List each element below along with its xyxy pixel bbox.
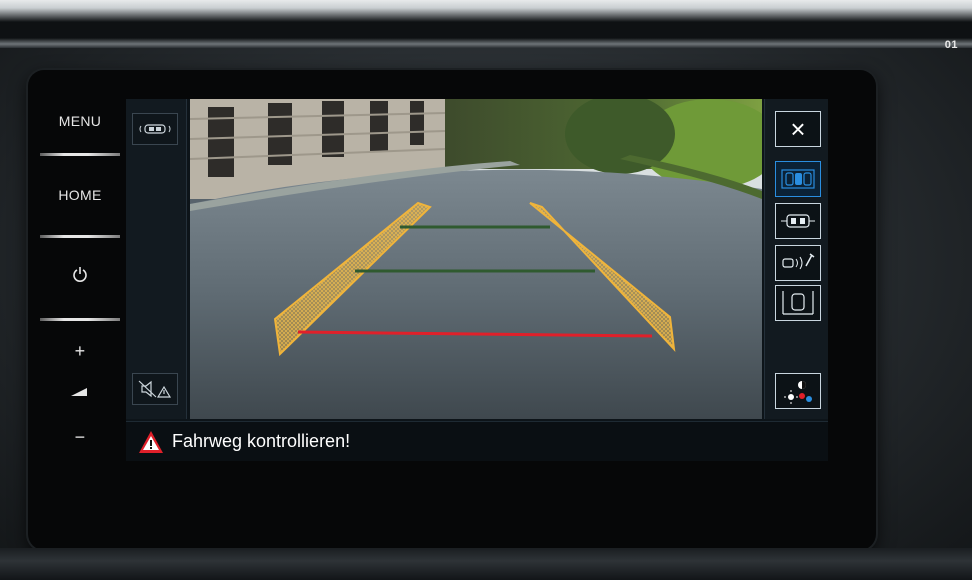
warning-triangle-icon <box>139 431 163 453</box>
dashboard-lower-trim <box>0 548 972 580</box>
mute-audio-warning-icon <box>138 380 172 398</box>
key-divider <box>40 235 120 238</box>
sensor-view-button[interactable] <box>132 113 178 145</box>
dashboard-top-trim <box>0 0 972 48</box>
left-rail <box>126 99 187 419</box>
right-rail: × <box>764 99 828 419</box>
key-divider <box>40 153 120 156</box>
power-button[interactable] <box>60 266 100 290</box>
car-top-view-icon <box>781 214 815 228</box>
volume-icon <box>71 388 87 396</box>
mute-warning-button[interactable] <box>132 373 178 405</box>
rear-camera-view <box>190 99 762 419</box>
rear-sensor-settings-icon <box>782 253 815 270</box>
camera-image <box>190 99 762 419</box>
parking-slot-icon <box>782 291 814 315</box>
infotainment-screen: × Fahrweg kontrollieren! <box>126 99 828 461</box>
park-view-all-icon <box>781 169 815 189</box>
car-top-view-button[interactable] <box>775 203 821 239</box>
page-number: 01 <box>944 39 958 51</box>
power-icon <box>73 267 87 282</box>
display-settings-button[interactable] <box>775 373 821 409</box>
display-settings-icon <box>784 381 812 404</box>
warning-message: Fahrweg kontrollieren! <box>172 431 351 451</box>
menu-button[interactable]: MENU <box>40 113 120 129</box>
parking-slot-button[interactable] <box>775 285 821 321</box>
home-button[interactable]: HOME <box>40 187 120 203</box>
warning-bar: Fahrweg kontrollieren! <box>126 421 828 461</box>
park-view-all-button[interactable] <box>775 161 821 197</box>
volume-up-button[interactable]: + <box>40 341 120 362</box>
sensor-settings-button[interactable] <box>775 245 821 281</box>
key-divider <box>40 318 120 321</box>
volume-down-button[interactable]: − <box>40 427 120 448</box>
car-sensors-icon <box>139 124 171 134</box>
close-button[interactable]: × <box>775 111 821 147</box>
volume-indicator <box>60 385 100 409</box>
close-icon: × <box>790 114 806 144</box>
